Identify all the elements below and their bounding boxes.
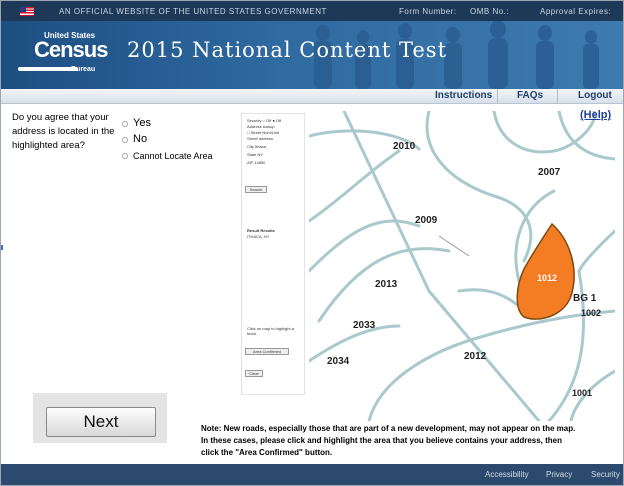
logo-swoosh bbox=[18, 67, 78, 71]
form-snapshot-panel: Security ○ Off ● Off Address lookup □ St… bbox=[241, 113, 305, 395]
snapshot-clear-button[interactable]: Clear bbox=[245, 370, 263, 377]
map-label-2009: 2009 bbox=[415, 215, 438, 226]
accessibility-link[interactable]: Accessibility bbox=[485, 470, 529, 479]
privacy-link[interactable]: Privacy bbox=[546, 470, 572, 479]
omb-number-label: OMB No.: bbox=[470, 7, 510, 16]
page: AN OFFICIAL WEBSITE OF THE UNITED STATES… bbox=[0, 0, 624, 486]
snapshot-line: State NY bbox=[247, 152, 264, 157]
security-link[interactable]: Security bbox=[591, 470, 620, 479]
map-label-2034: 2034 bbox=[327, 356, 350, 367]
map-label-2033: 2033 bbox=[353, 320, 376, 331]
edge-marker bbox=[1, 245, 3, 250]
map-label-1012: 1012 bbox=[537, 273, 557, 283]
note-text: Note: New roads, especially those that a… bbox=[201, 424, 576, 457]
snapshot-area-confirmed-button[interactable]: Area Confirmed bbox=[245, 348, 289, 355]
snapshot-search-button[interactable]: Search bbox=[245, 186, 267, 193]
us-flag-icon bbox=[20, 7, 34, 16]
block-map[interactable]: 2010 2007 2009 1012 BG 1 1002 2013 2033 … bbox=[309, 111, 615, 421]
gov-banner-text: AN OFFICIAL WEBSITE OF THE UNITED STATES… bbox=[59, 7, 327, 16]
snapshot-instruction: Click on map to highlight a block bbox=[247, 326, 294, 336]
site-header: United States Census Bureau 2015 Nationa… bbox=[1, 21, 623, 89]
map-label-2012: 2012 bbox=[464, 351, 487, 362]
snapshot-line: Street address bbox=[247, 136, 274, 141]
instructions-link[interactable]: Instructions bbox=[435, 90, 492, 101]
snapshot-line: Address lookup bbox=[247, 124, 275, 129]
nav-divider bbox=[497, 89, 498, 104]
site-footer: Accessibility Privacy Security bbox=[1, 464, 623, 485]
no-label: No bbox=[133, 133, 148, 145]
snapshot-line: ZIP 14850 bbox=[247, 160, 266, 165]
top-nav: Instructions FAQs Logout bbox=[1, 89, 623, 104]
snapshot-line: □ Street Num/Unit bbox=[247, 130, 279, 135]
logo-census: Census bbox=[34, 37, 108, 62]
question-text: Do you agree that your address is locate… bbox=[12, 112, 115, 151]
help-link[interactable]: (Help) bbox=[580, 109, 611, 121]
cannot-locate-label: Cannot Locate Area bbox=[133, 151, 213, 161]
map-label-2010: 2010 bbox=[393, 141, 416, 152]
logout-link[interactable]: Logout bbox=[578, 90, 612, 101]
map-svg[interactable]: 2010 2007 2009 1012 BG 1 1002 2013 2033 … bbox=[309, 111, 615, 421]
snapshot-result-text: ITHACA, NY bbox=[247, 234, 270, 239]
snapshot-result-title: Result Results bbox=[247, 228, 275, 233]
page-title: 2015 National Content Test bbox=[127, 38, 448, 62]
map-label-bg1: BG 1 bbox=[573, 293, 597, 304]
snapshot-line: Security ○ Off ● Off bbox=[247, 118, 282, 123]
cannot-locate-radio[interactable] bbox=[122, 153, 128, 159]
nav-divider bbox=[557, 89, 558, 104]
map-label-1001: 1001 bbox=[572, 388, 592, 398]
faqs-link[interactable]: FAQs bbox=[517, 90, 543, 101]
form-number-label: Form Number: bbox=[399, 7, 457, 16]
map-label-2013: 2013 bbox=[375, 279, 398, 290]
gov-banner: AN OFFICIAL WEBSITE OF THE UNITED STATES… bbox=[1, 1, 623, 21]
approval-expires-label: Approval Expires: bbox=[540, 7, 612, 16]
census-bureau-logo[interactable]: United States Census Bureau bbox=[18, 29, 110, 77]
map-label-2007: 2007 bbox=[538, 167, 561, 178]
next-button[interactable]: Next bbox=[46, 407, 156, 437]
map-label-1002: 1002 bbox=[581, 308, 601, 318]
snapshot-line: City Ithaca bbox=[247, 144, 266, 149]
yes-radio[interactable] bbox=[122, 121, 128, 127]
yes-label: Yes bbox=[133, 117, 151, 129]
logo-bureau: Bureau bbox=[71, 66, 96, 73]
no-radio[interactable] bbox=[122, 137, 128, 143]
